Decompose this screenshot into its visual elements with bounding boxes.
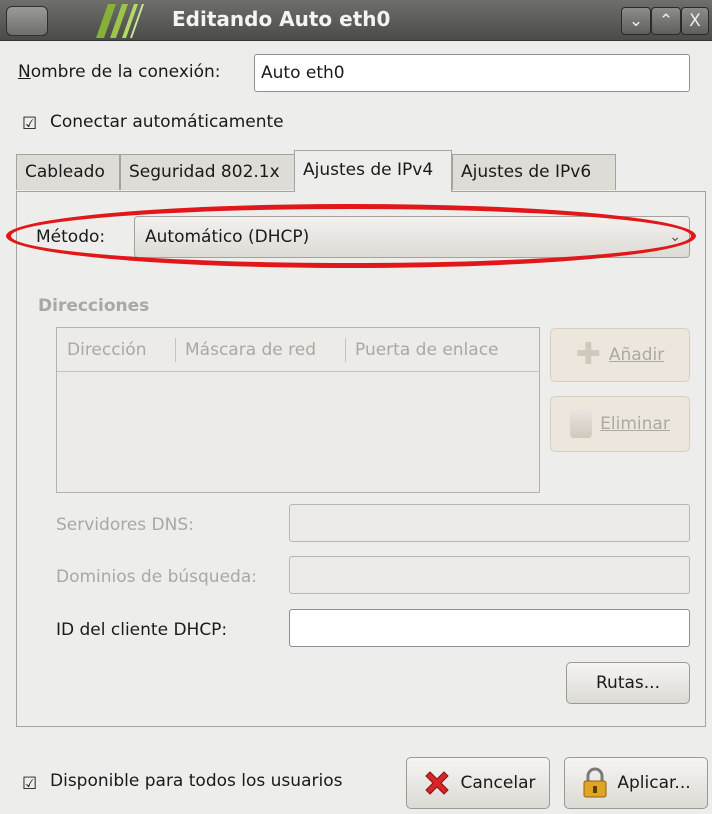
method-value: Automático (DHCP) [145,227,310,247]
connection-name-label: Nombre de la conexión: [18,62,221,82]
trash-icon [570,410,593,438]
connection-name-label-text: ombre de la conexión: [30,62,221,82]
dns-label: Servidores DNS: [56,515,194,535]
tab-seguridad[interactable]: Seguridad 802.1x [120,154,310,190]
window-menu-button[interactable] [6,6,48,36]
close-button[interactable]: X [681,7,709,35]
addresses-table[interactable]: Dirección Máscara de red Puerta de enlac… [56,327,540,493]
add-address-button[interactable]: ✚ Añadir [550,328,690,382]
dhcp-client-id-label: ID del cliente DHCP: [56,620,228,640]
column-separator [175,338,176,362]
dhcp-client-id-input[interactable] [289,609,690,647]
title-bar: Editando Auto eth0 ⌄ ⌃ X [0,0,712,41]
tab-cableado[interactable]: Cableado [16,154,120,190]
connection-name-input[interactable]: Auto eth0 [254,54,690,92]
titlebar-stripes [96,4,144,38]
method-label: Método: [36,227,106,247]
window-title: Editando Auto eth0 [172,7,391,31]
delete-address-button[interactable]: Eliminar [550,396,690,452]
cancel-x-icon [424,771,449,795]
method-select[interactable]: Automático (DHCP) ⌄ [134,216,690,258]
column-mascara[interactable]: Máscara de red [185,340,316,360]
connection-name-value: Auto eth0 [261,63,345,83]
addresses-table-header: Dirección Máscara de red Puerta de enlac… [57,328,539,372]
chevron-down-icon: ⌄ [669,229,681,245]
all-users-label: Disponible para todos los usuarios [50,771,343,791]
column-puerta-enlace[interactable]: Puerta de enlace [355,340,499,360]
close-icon: X [689,11,701,31]
all-users-checkbox[interactable]: ☑ [22,776,38,793]
plus-icon: ✚ [575,337,601,372]
search-domains-input[interactable] [289,556,690,594]
addresses-heading: Direcciones [38,296,150,316]
chevron-down-icon: ⌄ [628,11,644,31]
minimize-button[interactable]: ⌄ [621,7,651,35]
dns-input[interactable] [289,504,690,542]
apply-button[interactable]: Aplicar... [564,757,708,809]
chevron-up-icon: ⌃ [658,11,674,31]
cancel-button[interactable]: Cancelar [406,757,550,809]
lock-icon [583,767,607,798]
auto-connect-checkbox[interactable]: ☑ [22,116,38,133]
auto-connect-label: Conectar automáticamente [50,112,284,132]
column-separator [345,338,346,362]
search-domains-label: Dominios de búsqueda: [56,567,257,587]
tab-ipv4[interactable]: Ajustes de IPv4 [294,150,452,192]
column-direccion[interactable]: Dirección [67,340,146,360]
maximize-button[interactable]: ⌃ [651,7,681,35]
tab-ipv6[interactable]: Ajustes de IPv6 [452,154,616,190]
routes-button[interactable]: Rutas... [566,662,690,704]
